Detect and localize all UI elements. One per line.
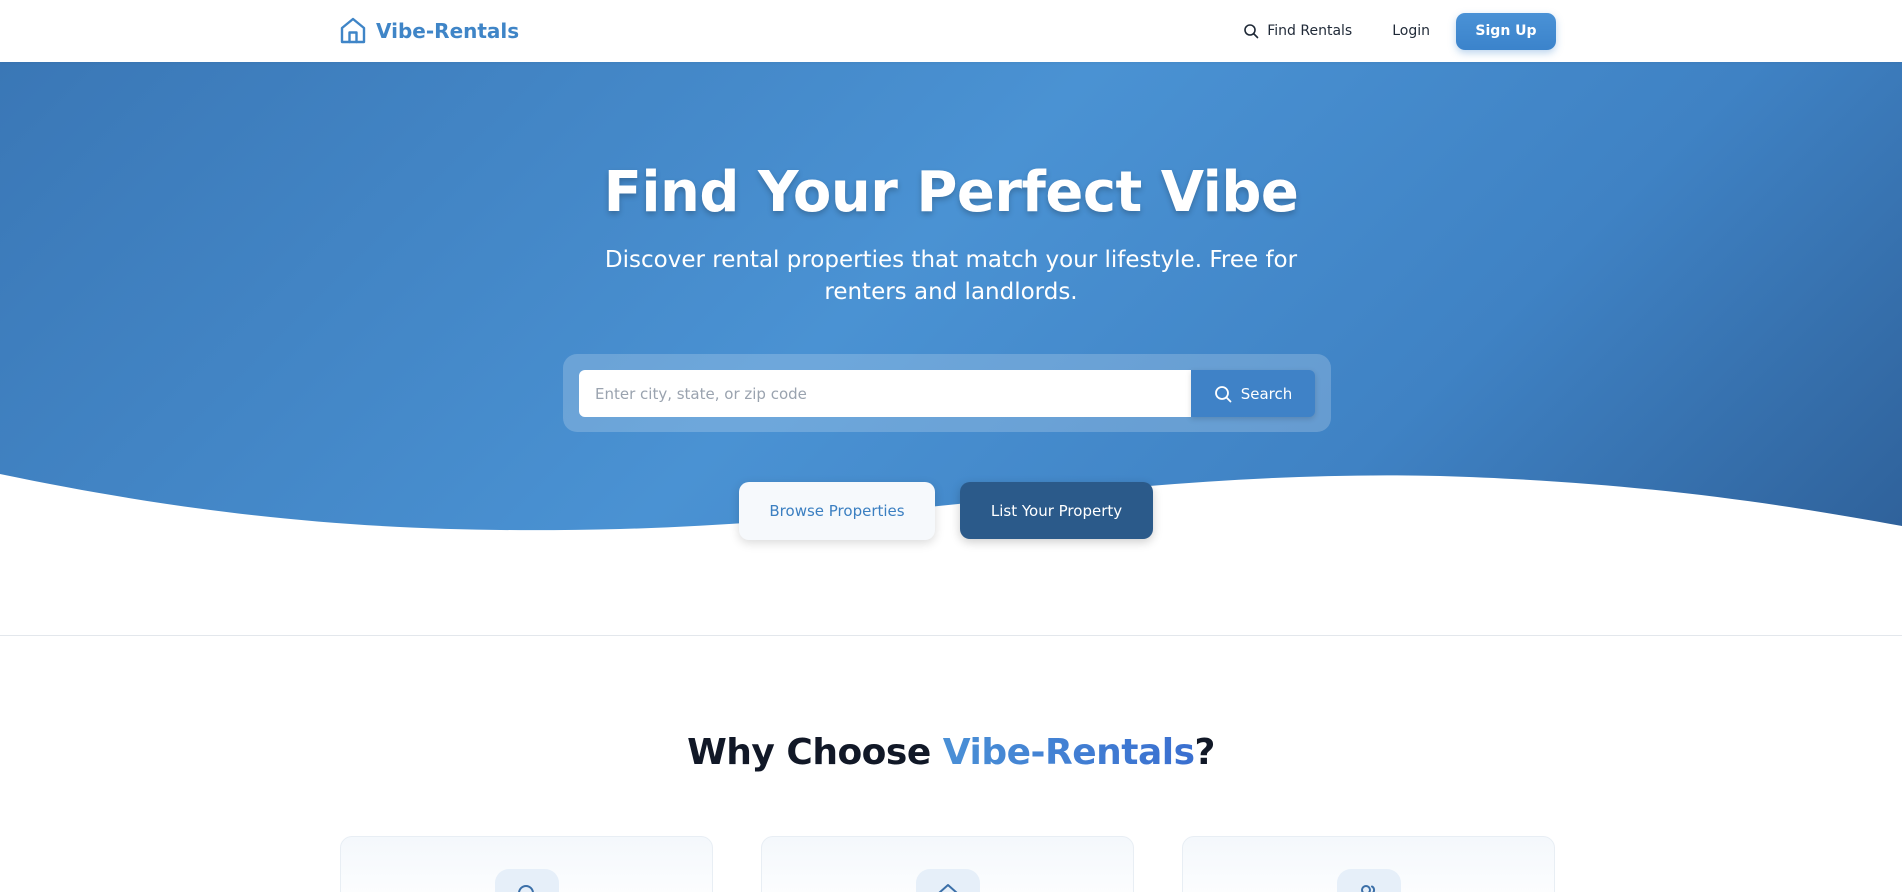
feature-card-users <box>1182 836 1555 892</box>
why-title-brand: Vibe-Rentals <box>942 732 1195 773</box>
hero-title: Find Your Perfect Vibe <box>603 160 1299 225</box>
why-title-suffix: ? <box>1194 732 1216 773</box>
why-title-prefix: Why Choose <box>687 732 943 773</box>
search-icon <box>1244 24 1259 39</box>
nav-find-rentals-link[interactable]: Find Rentals <box>1243 23 1352 39</box>
nav-find-rentals-label: Find Rentals <box>1267 23 1353 39</box>
list-property-button[interactable]: List Your Property <box>960 482 1153 539</box>
feature-icon-box <box>495 869 559 892</box>
navbar: Vibe-Rentals Find Rentals Login Sign Up <box>0 0 1902 62</box>
brand-logo-link[interactable]: Vibe-Rentals <box>340 17 519 45</box>
feature-card-home <box>761 836 1134 892</box>
search-icon <box>518 885 534 892</box>
users-icon <box>1361 885 1376 892</box>
home-icon <box>938 884 958 892</box>
hero-wave-divider <box>0 474 1902 602</box>
search-button[interactable]: Search <box>1191 370 1315 417</box>
feature-icon-box <box>1337 869 1401 892</box>
why-choose-heading: Why Choose Vibe-Rentals? <box>0 732 1902 773</box>
brand-name: Vibe-Rentals <box>376 19 520 43</box>
hero-search-card: Search <box>563 354 1331 432</box>
search-button-label: Search <box>1240 384 1293 403</box>
navbar-inner: Vibe-Rentals Find Rentals Login Sign Up <box>340 0 1556 62</box>
location-search-input[interactable] <box>579 370 1191 417</box>
section-divider <box>0 635 1902 636</box>
nav-login-link[interactable]: Login <box>1392 23 1430 39</box>
home-icon <box>340 17 366 44</box>
feature-icon-box <box>916 869 980 892</box>
nav-links: Find Rentals Login Sign Up <box>1243 12 1556 50</box>
feature-card-search <box>340 836 713 892</box>
signup-button[interactable]: Sign Up <box>1456 12 1556 50</box>
hero-section: Find Your Perfect Vibe Discover rental p… <box>0 62 1902 602</box>
browse-properties-button[interactable]: Browse Properties <box>739 482 935 540</box>
search-icon <box>1214 385 1232 402</box>
hero-subtitle: Discover rental properties that match yo… <box>604 247 1298 305</box>
